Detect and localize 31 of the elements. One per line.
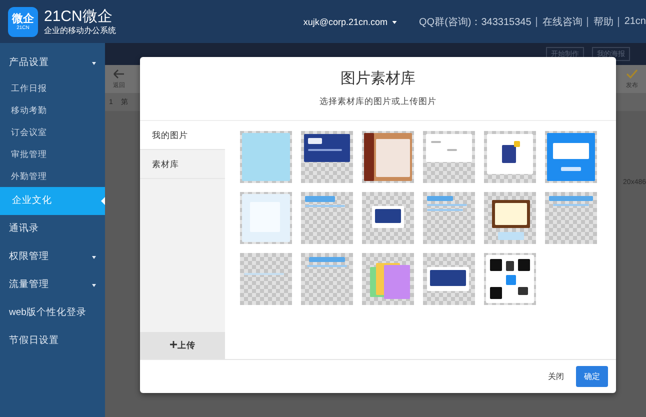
header-link[interactable]: QQ群(咨询)：343315345 bbox=[419, 14, 532, 28]
check-icon bbox=[626, 68, 638, 78]
sidebar-subitem[interactable]: 移动考勤 bbox=[0, 99, 105, 121]
account-menu[interactable]: xujk@corp.21cn.com bbox=[303, 16, 398, 26]
back-arrow-icon bbox=[113, 68, 125, 78]
sidebar-subitem[interactable]: 外勤管理 bbox=[0, 165, 105, 187]
sidebar-item[interactable]: 通讯录 bbox=[0, 215, 105, 243]
sidebar-item[interactable]: 节假日设置 bbox=[0, 327, 105, 355]
sidebar-subitem[interactable]: 工作日报 bbox=[0, 77, 105, 99]
source-tab[interactable]: 素材库 bbox=[140, 150, 225, 179]
sidebar-subitem[interactable]: 订会议室 bbox=[0, 121, 105, 143]
source-tab[interactable]: 我的图片 bbox=[140, 121, 225, 150]
tagline: 企业的移动办公系统 bbox=[44, 24, 116, 36]
header-link[interactable]: 21cn bbox=[624, 16, 646, 27]
sidebar-item[interactable]: web版个性化登录 bbox=[0, 299, 105, 327]
dialog-title: 图片素材库 bbox=[340, 69, 416, 88]
caret-icon bbox=[92, 62, 96, 65]
plus-icon bbox=[170, 340, 176, 348]
caret-icon bbox=[392, 20, 398, 24]
header-link[interactable]: 在线咨询 bbox=[542, 14, 582, 28]
sidebar-subitem[interactable]: 审批管理 bbox=[0, 143, 105, 165]
sidebar-item[interactable]: 流量管理 bbox=[0, 271, 105, 299]
caret-icon bbox=[92, 256, 96, 259]
caret-icon bbox=[92, 284, 96, 287]
confirm-button[interactable]: 确定 bbox=[576, 366, 608, 387]
header-link[interactable]: 帮助 bbox=[593, 14, 614, 28]
dialog-subtitle: 选择素材库的图片或上传图片 bbox=[320, 96, 436, 108]
sidebar-item[interactable]: 产品设置 bbox=[0, 49, 105, 77]
sidebar-item[interactable]: 权限管理 bbox=[0, 243, 105, 271]
upload-button[interactable]: 上传 bbox=[140, 332, 225, 359]
brand-name: 21CN微企 bbox=[44, 8, 114, 24]
